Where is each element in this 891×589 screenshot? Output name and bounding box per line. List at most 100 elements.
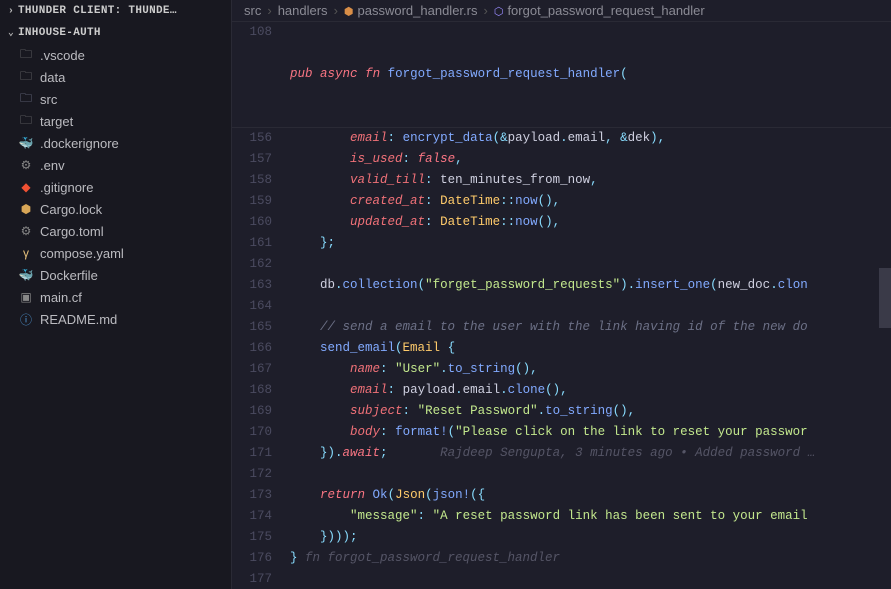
line-number: 157 [232, 149, 272, 170]
line-number: 165 [232, 317, 272, 338]
line-number: 174 [232, 506, 272, 527]
tree-item--env[interactable]: ⚙ .env [0, 154, 229, 176]
tree-item-dockerfile[interactable]: 🐳 Dockerfile [0, 264, 229, 286]
line-number: 161 [232, 233, 272, 254]
code-line[interactable]: email: encrypt_data(&payload.email, &dek… [290, 128, 891, 149]
tree-item-label: data [40, 70, 65, 85]
code-line[interactable]: is_used: false, [290, 149, 891, 170]
line-number: 167 [232, 359, 272, 380]
thunder-client-label: THUNDER CLIENT: THUNDE… [18, 5, 177, 17]
tree-item-cargo-toml[interactable]: ⚙ Cargo.toml [0, 220, 229, 242]
line-number: 172 [232, 464, 272, 485]
thunder-client-section[interactable]: › THUNDER CLIENT: THUNDE… [0, 0, 231, 22]
tree-item-label: .vscode [40, 48, 85, 63]
code-line[interactable]: "message": "A reset password link has be… [290, 506, 891, 527]
tree-item-label: compose.yaml [40, 246, 124, 261]
git-icon: ◆ [18, 179, 34, 195]
chevron-right-icon: › [4, 6, 18, 17]
tree-item-label: Cargo.lock [40, 202, 102, 217]
code-line[interactable] [290, 296, 891, 317]
code-line[interactable]: 💡 }).await; Rajdeep Sengupta, 3 minutes … [290, 443, 891, 464]
editor-pane: src › handlers › password_handler.rs › f… [232, 0, 891, 589]
line-number-gutter[interactable]: 1561571581591601611621631641651661671681… [232, 128, 290, 589]
code-line[interactable] [290, 254, 891, 275]
readme-icon: ⓘ [18, 311, 34, 327]
chevron-right-icon: › [483, 3, 487, 18]
env-icon: ⚙ [18, 157, 34, 173]
line-number: 171 [232, 443, 272, 464]
tree-item-label: target [40, 114, 73, 129]
breadcrumb-symbol[interactable]: forgot_password_request_handler [494, 3, 705, 18]
breadcrumb-part[interactable]: src [244, 3, 261, 18]
tree-item-data[interactable]: 🗀data [0, 66, 229, 88]
tree-item-src[interactable]: 🗀 src [0, 88, 229, 110]
tree-item--dockerignore[interactable]: 🐳.dockerignore [0, 132, 229, 154]
code-line[interactable]: name: "User".to_string(), [290, 359, 891, 380]
code-line[interactable]: subject: "Reset Password".to_string(), [290, 401, 891, 422]
chevron-right-icon: › [334, 3, 338, 18]
tree-item-label: Cargo.toml [40, 224, 104, 239]
code-line[interactable]: body: format!("Please click on the link … [290, 422, 891, 443]
line-number: 158 [232, 170, 272, 191]
code-line[interactable]: updated_at: DateTime::now(), [290, 212, 891, 233]
code-line[interactable]: send_email(Email { [290, 338, 891, 359]
line-number: 170 [232, 422, 272, 443]
tree-item-label: .env [40, 158, 65, 173]
code-line[interactable]: created_at: DateTime::now(), [290, 191, 891, 212]
folder-icon: 🗀 [18, 91, 34, 107]
chevron-down-icon: ⌄ [4, 27, 18, 39]
tree-item-compose-yaml[interactable]: γcompose.yaml [0, 242, 229, 264]
code-line[interactable]: return Ok(Json(json!({ [290, 485, 891, 506]
tree-item-label: src [40, 92, 57, 107]
tree-item-cargo-lock[interactable]: ⬢ Cargo.lock [0, 198, 229, 220]
line-number: 176 [232, 548, 272, 569]
vertical-scrollbar[interactable] [879, 128, 891, 589]
code-content[interactable]: email: encrypt_data(&payload.email, &dek… [290, 128, 891, 589]
cog-icon: ⚙ [18, 223, 34, 239]
line-number: 169 [232, 401, 272, 422]
code-line[interactable]: email: payload.email.clone(), [290, 380, 891, 401]
tree-item--gitignore[interactable]: ◆.gitignore [0, 176, 229, 198]
line-number: 177 [232, 569, 272, 589]
docker-icon: 🐳 [18, 135, 34, 151]
line-number: 168 [232, 380, 272, 401]
code-line[interactable]: db.collection("forget_password_requests"… [290, 275, 891, 296]
breadcrumb-file[interactable]: password_handler.rs [344, 3, 478, 18]
code-editor[interactable]: 1561571581591601611621631641651661671681… [232, 128, 891, 589]
code-line[interactable]: // send a email to the user with the lin… [290, 317, 891, 338]
scrollbar-thumb[interactable] [879, 268, 891, 328]
line-number: 173 [232, 485, 272, 506]
line-number: 166 [232, 338, 272, 359]
tree-item--vscode[interactable]: 🗀.vscode [0, 44, 229, 66]
code-line[interactable]: }))); [290, 527, 891, 548]
line-number: 156 [232, 128, 272, 149]
breadcrumb-part[interactable]: handlers [278, 3, 328, 18]
line-number: 159 [232, 191, 272, 212]
project-section-header[interactable]: ⌄ INHOUSE-AUTH [0, 22, 231, 44]
file-tree[interactable]: 🗀.vscode🗀data 🗀 src 🗀target🐳.dockerignore ⚙.… [0, 44, 231, 330]
project-name-label: INHOUSE-AUTH [18, 27, 101, 39]
line-number: 164 [232, 296, 272, 317]
cargo-icon: ⬢ [18, 201, 34, 217]
code-line[interactable]: } fn forgot_password_request_handler [290, 548, 891, 569]
tree-item-label: Dockerfile [40, 268, 98, 283]
line-number: 163 [232, 275, 272, 296]
tree-item-main-cf[interactable]: ▣main.cf [0, 286, 229, 308]
sticky-scroll-header[interactable]: 108 pub async fn forgot_password_request… [232, 22, 891, 128]
line-number: 175 [232, 527, 272, 548]
breadcrumb[interactable]: src › handlers › password_handler.rs › f… [232, 0, 891, 22]
line-number: 162 [232, 254, 272, 275]
code-line[interactable] [290, 569, 891, 589]
code-line[interactable] [290, 464, 891, 485]
line-number: 160 [232, 212, 272, 233]
tree-item-target[interactable]: 🗀target [0, 110, 229, 132]
sticky-line-number: 108 [232, 22, 290, 127]
tree-item-readme-md[interactable]: ⓘREADME.md [0, 308, 229, 330]
code-line[interactable]: }; [290, 233, 891, 254]
docker-icon: 🐳 [18, 267, 34, 283]
code-line[interactable]: valid_till: ten_minutes_from_now, [290, 170, 891, 191]
chevron-right-icon: › [267, 3, 271, 18]
tree-item-label: main.cf [40, 290, 82, 305]
sticky-code[interactable]: pub async fn forgot_password_request_han… [290, 22, 891, 127]
explorer-sidebar[interactable]: › THUNDER CLIENT: THUNDE… ⌄ INHOUSE-AUTH… [0, 0, 232, 589]
